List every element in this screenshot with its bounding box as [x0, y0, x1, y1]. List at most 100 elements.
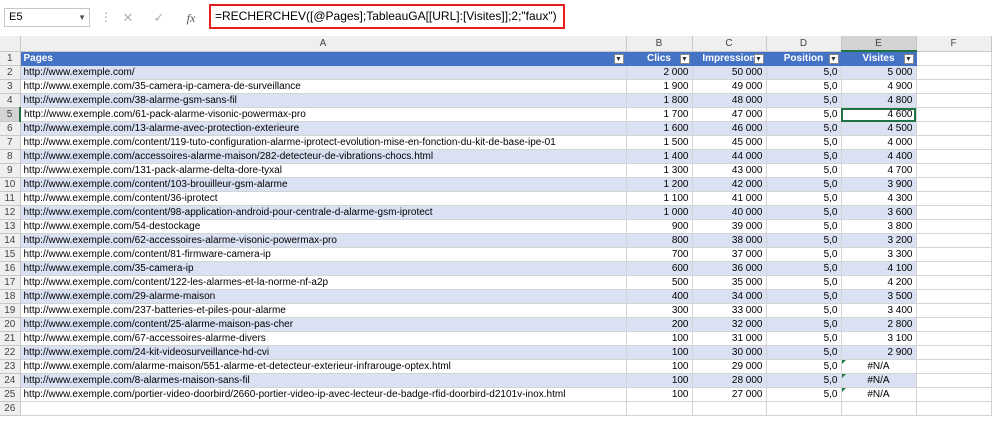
- cell[interactable]: http://www.exemple.com/portier-video-doo…: [20, 387, 627, 402]
- cell[interactable]: #N/A: [841, 373, 917, 388]
- cell[interactable]: 5,0: [766, 317, 842, 332]
- cell[interactable]: 5,0: [766, 135, 842, 150]
- cell[interactable]: http://www.exemple.com/61-pack-alarme-vi…: [20, 107, 627, 122]
- empty-cell[interactable]: [916, 191, 992, 206]
- column-header-e[interactable]: E: [841, 36, 917, 52]
- empty-cell[interactable]: [916, 149, 992, 164]
- cell[interactable]: 41 000: [692, 191, 767, 206]
- empty-cell[interactable]: [916, 303, 992, 318]
- cancel-icon[interactable]: ✕: [117, 9, 139, 27]
- row-header[interactable]: 10: [0, 177, 21, 192]
- row-header[interactable]: 12: [0, 205, 21, 220]
- cell[interactable]: http://www.exemple.com/content/119-tuto-…: [20, 135, 627, 150]
- row-header[interactable]: 13: [0, 219, 21, 234]
- empty-cell[interactable]: [916, 93, 992, 108]
- cell[interactable]: 5,0: [766, 205, 842, 220]
- cell[interactable]: 5,0: [766, 163, 842, 178]
- empty-cell[interactable]: [916, 219, 992, 234]
- header-cell[interactable]: Clics ▼: [626, 51, 693, 66]
- cell[interactable]: 4 400: [841, 149, 917, 164]
- column-header-b[interactable]: B: [626, 36, 693, 52]
- cell[interactable]: 3 200: [841, 233, 917, 248]
- cell[interactable]: 4 700: [841, 163, 917, 178]
- insert-function-icon[interactable]: fx: [180, 9, 202, 27]
- cell[interactable]: 900: [626, 219, 693, 234]
- row-header[interactable]: 8: [0, 149, 21, 164]
- cell[interactable]: 300: [626, 303, 693, 318]
- cell[interactable]: 3 400: [841, 303, 917, 318]
- cell[interactable]: 4 100: [841, 261, 917, 276]
- cell[interactable]: 2 000: [626, 65, 693, 80]
- cell[interactable]: 1 700: [626, 107, 693, 122]
- row-header[interactable]: 7: [0, 135, 21, 150]
- cell[interactable]: 50 000: [692, 65, 767, 80]
- header-cell[interactable]: Position ▼: [766, 51, 842, 66]
- cell[interactable]: 47 000: [692, 107, 767, 122]
- cell[interactable]: 49 000: [692, 79, 767, 94]
- cell[interactable]: http://www.exemple.com/13-alarme-avec-pr…: [20, 121, 627, 136]
- cell[interactable]: 32 000: [692, 317, 767, 332]
- formula-input[interactable]: =RECHERCHEV([@Pages];TableauGA[[URL]:[Vi…: [209, 4, 565, 29]
- empty-cell[interactable]: [916, 261, 992, 276]
- empty-cell[interactable]: [916, 289, 992, 304]
- cell[interactable]: 4 500: [841, 121, 917, 136]
- cell[interactable]: 5,0: [766, 345, 842, 360]
- cell[interactable]: 5,0: [766, 303, 842, 318]
- cell[interactable]: 5,0: [766, 191, 842, 206]
- cell[interactable]: 1 900: [626, 79, 693, 94]
- empty-cell[interactable]: [916, 135, 992, 150]
- cell[interactable]: http://www.exemple.com/content/103-broui…: [20, 177, 627, 192]
- cell[interactable]: 1 000: [626, 205, 693, 220]
- column-header-c[interactable]: C: [692, 36, 767, 52]
- filter-dropdown-icon[interactable]: ▼: [828, 53, 839, 64]
- empty-cell[interactable]: [916, 121, 992, 136]
- cell[interactable]: 46 000: [692, 121, 767, 136]
- cell[interactable]: 1 600: [626, 121, 693, 136]
- row-header[interactable]: 6: [0, 121, 21, 136]
- cell[interactable]: 5,0: [766, 275, 842, 290]
- row-header[interactable]: 18: [0, 289, 21, 304]
- cell[interactable]: 2 800: [841, 317, 917, 332]
- row-header[interactable]: 11: [0, 191, 21, 206]
- cell[interactable]: 29 000: [692, 359, 767, 374]
- cell[interactable]: 1 500: [626, 135, 693, 150]
- cell[interactable]: 100: [626, 345, 693, 360]
- empty-cell[interactable]: [916, 79, 992, 94]
- row-header[interactable]: 21: [0, 331, 21, 346]
- drag-handle-icon[interactable]: ⋮: [100, 10, 112, 24]
- empty-cell[interactable]: [916, 177, 992, 192]
- cell[interactable]: 42 000: [692, 177, 767, 192]
- filter-dropdown-icon[interactable]: ▼: [753, 53, 764, 64]
- cell[interactable]: http://www.exemple.com/131-pack-alarme-d…: [20, 163, 627, 178]
- empty-cell[interactable]: [916, 317, 992, 332]
- cell[interactable]: http://www.exemple.com/24-kit-videosurve…: [20, 345, 627, 360]
- cell[interactable]: http://www.exemple.com/54-destockage: [20, 219, 627, 234]
- cell[interactable]: 1 200: [626, 177, 693, 192]
- cell[interactable]: http://www.exemple.com/237-batteries-et-…: [20, 303, 627, 318]
- empty-cell[interactable]: [626, 401, 693, 416]
- cell[interactable]: 4 900: [841, 79, 917, 94]
- cell[interactable]: 100: [626, 359, 693, 374]
- cell[interactable]: 600: [626, 261, 693, 276]
- enter-icon[interactable]: ✓: [148, 9, 170, 27]
- cell[interactable]: http://www.exemple.com/67-accessoires-al…: [20, 331, 627, 346]
- cell[interactable]: 33 000: [692, 303, 767, 318]
- row-header[interactable]: 14: [0, 233, 21, 248]
- cell[interactable]: 100: [626, 331, 693, 346]
- cell[interactable]: 43 000: [692, 163, 767, 178]
- filter-dropdown-icon[interactable]: ▼: [679, 53, 690, 64]
- row-header[interactable]: 26: [0, 401, 21, 416]
- cell[interactable]: 5,0: [766, 289, 842, 304]
- cell[interactable]: 5,0: [766, 219, 842, 234]
- row-header[interactable]: 16: [0, 261, 21, 276]
- cell[interactable]: 1 800: [626, 93, 693, 108]
- cell[interactable]: 5,0: [766, 93, 842, 108]
- empty-cell[interactable]: [20, 401, 627, 416]
- cell[interactable]: 5,0: [766, 107, 842, 122]
- cell[interactable]: 39 000: [692, 219, 767, 234]
- empty-cell[interactable]: [916, 275, 992, 290]
- cell[interactable]: http://www.exemple.com/alarme-maison/551…: [20, 359, 627, 374]
- cell[interactable]: 3 100: [841, 331, 917, 346]
- cell[interactable]: 4 200: [841, 275, 917, 290]
- empty-cell[interactable]: [841, 401, 917, 416]
